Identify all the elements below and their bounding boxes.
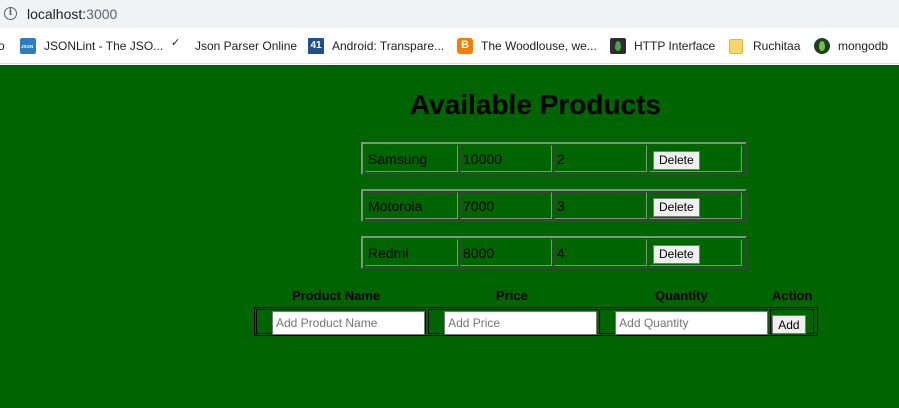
header-quantity: Quantity [655,288,708,303]
mongodb-icon [814,38,830,54]
product-price: 10000 [460,145,552,172]
product-action-cell: Delete [649,145,742,172]
url-text[interactable]: localhost:3000 [27,6,117,22]
bookmark-label: JSONLint - The JSO... [44,39,164,53]
mongodb-leaf-icon [610,38,626,54]
folder-icon [729,38,743,54]
product-quantity: 3 [554,192,647,219]
product-quantity: 2 [554,145,647,172]
product-row: Samsung 10000 2 Delete [361,142,747,175]
header-action: Action [772,288,813,303]
price-cell [428,309,598,335]
bookmark-woodlouse[interactable]: The Woodlouse, we... [457,38,597,54]
android-bookmark-icon: 41 [308,38,324,54]
quantity-input[interactable] [615,311,769,335]
header-price: Price [496,288,528,303]
product-price: 7000 [460,192,552,219]
bookmark-label: Json Parser Online [195,39,298,53]
product-name: Samsung [365,145,458,172]
bookmark-label: The Woodlouse, we... [481,39,597,53]
product-quantity: 4 [554,239,647,266]
bookmark-label: Ruchitaa [753,39,801,53]
delete-button[interactable]: Delete [653,197,700,217]
delete-button[interactable]: Delete [653,244,700,264]
url-host: localhost: [27,6,87,22]
quantity-cell [599,309,769,335]
bookmark-label: o [0,39,5,53]
bookmarks-bar: o JSONLint - The JSO... ✓ Json Parser On… [0,28,899,64]
bookmark-label: HTTP Interface [634,39,716,53]
product-price: 8000 [460,239,552,266]
delete-button[interactable]: Delete [653,150,700,170]
page-title: Available Products [410,89,662,120]
product-name-input[interactable] [272,311,425,335]
info-icon[interactable]: i [4,7,17,20]
bookmark-android[interactable]: 41 Android: Transpare... [308,38,444,54]
add-button[interactable]: Add [772,315,806,334]
bookmark-label: mongodb [838,39,889,53]
json-parser-icon: ✓ [171,37,181,49]
jsonlint-icon [20,38,36,54]
bookmark-cut-off[interactable]: o [0,38,5,54]
blogger-icon [457,38,473,54]
bookmark-json-parser[interactable]: ✓ Json Parser Online [171,38,297,54]
bookmark-label: Android: Transpare... [332,39,445,53]
product-row: Redmi 8000 4 Delete [361,236,747,269]
product-row: Motorola 7000 3 Delete [361,189,747,222]
product-name: Redmi [365,239,458,266]
bookmark-http-interface[interactable]: HTTP Interface [610,38,715,54]
add-product-form: Add [254,307,818,336]
action-cell: Add [770,309,814,334]
address-bar[interactable]: i localhost:3000 [0,0,899,28]
product-name: Motorola [365,192,458,219]
page-content: Available Products Samsung 10000 2 Delet… [0,65,899,408]
bookmark-ruchitaa[interactable]: Ruchitaa [729,38,800,54]
bookmark-mongodb[interactable]: mongodb [814,38,888,54]
name-cell [256,309,427,335]
product-action-cell: Delete [649,239,742,266]
product-action-cell: Delete [649,192,742,219]
bookmark-jsonlint[interactable]: JSONLint - The JSO... [20,38,163,54]
url-port: 3000 [86,6,118,22]
header-product-name: Product Name [292,288,381,303]
price-input[interactable] [444,311,598,335]
